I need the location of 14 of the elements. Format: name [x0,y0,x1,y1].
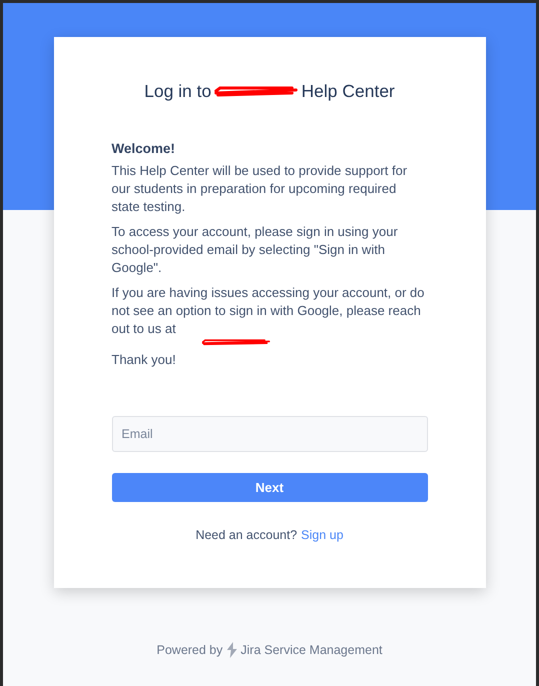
message-paragraph: This Help Center will be used to provide support for our students in preparation for upcoming required state testing. [112,162,408,216]
powered-by-text: Powered by [156,643,223,657]
product-link[interactable]: Jira Service Management [240,643,382,657]
message-paragraph: If you are having issues accessing your account, or do not see an option to sign in with Google, please reach out to us at [112,284,426,338]
message-paragraph: Thank you! [112,351,177,369]
signup-prompt: Need an account? [196,528,298,542]
next-button[interactable]: Next [112,473,428,502]
welcome-heading: Welcome! [112,140,176,158]
page-title: Log in to [144,80,212,102]
email-field[interactable]: Email [112,416,428,452]
page-title: Help Center [301,80,395,102]
lightning-icon [226,642,238,658]
signup-link[interactable]: Sign up [301,528,344,542]
message-paragraph: To access your account, please sign in using your school-provided email by selecting "Sign in with Google". [112,223,399,277]
